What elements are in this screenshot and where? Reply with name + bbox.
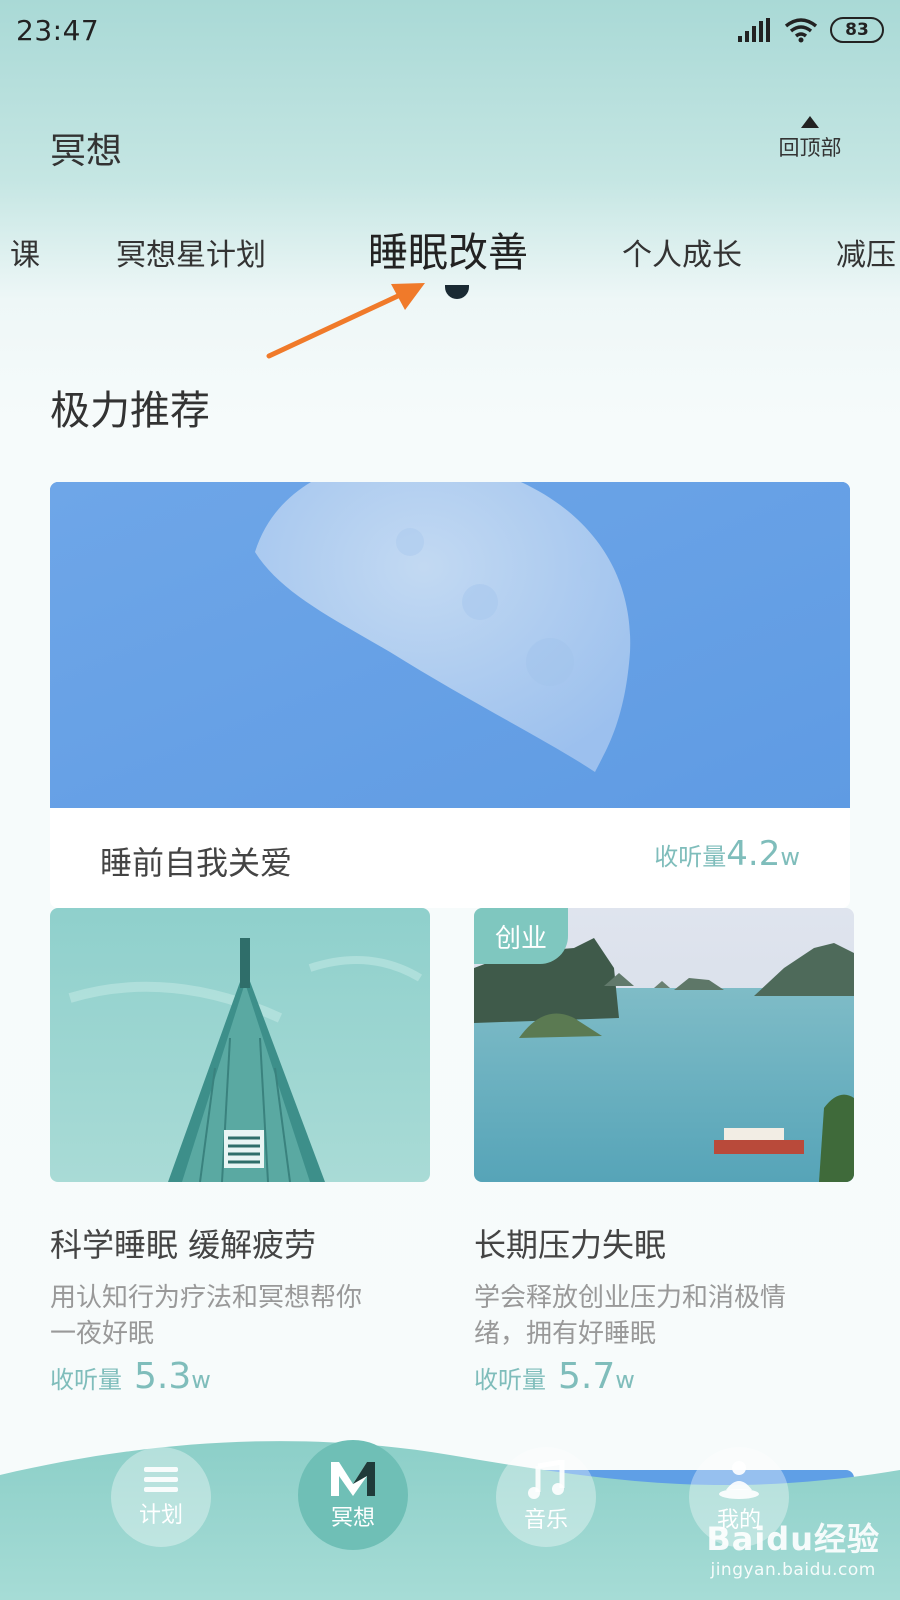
roof-image: [50, 908, 430, 1182]
arrow-up-icon: [801, 116, 819, 128]
meditating-person-icon: [719, 1461, 759, 1499]
tab-stress-relief[interactable]: 减压: [836, 230, 896, 274]
listen-label: 收听量: [50, 1366, 122, 1394]
course-card-stress-insomnia[interactable]: 创业 长期压力失眠 学会释放创业压力和消极情 绪，拥有好睡眠 收听量 5.7 w: [474, 908, 854, 1397]
moon-illustration: [50, 482, 850, 808]
nav-label: 冥想: [330, 1506, 375, 1531]
status-time: 23:47: [16, 13, 100, 47]
card-title: 科学睡眠 缓解疲劳: [50, 1226, 317, 1264]
listen-value: 5.7: [558, 1356, 616, 1397]
battery-icon: 83: [830, 17, 884, 43]
header: 冥想 回顶部: [0, 110, 900, 180]
roof-illustration: [50, 908, 430, 1182]
listen-value: 4.2: [726, 834, 781, 874]
m-logo-icon: [331, 1462, 375, 1496]
watermark: Baidu经验 jingyan.baidu.com: [706, 1514, 880, 1580]
music-note-icon: [528, 1460, 565, 1499]
featured-listen-count: 收听量 4.2 w: [654, 834, 800, 874]
nav-item-music[interactable]: 音乐: [496, 1447, 596, 1547]
listen-label: 收听量: [654, 843, 727, 871]
listen-unit: w: [615, 1366, 635, 1394]
watermark-logo: Baidu经验: [706, 1520, 880, 1558]
listen-unit: w: [191, 1366, 211, 1394]
tab-meditation-star-plan[interactable]: 冥想星计划: [116, 230, 266, 274]
listen-unit: w: [780, 843, 800, 871]
listen-label: 收听量: [474, 1366, 546, 1394]
featured-card[interactable]: 睡前自我关爱 收听量 4.2 w: [50, 482, 850, 908]
battery-level: 83: [845, 20, 869, 40]
tab-personal-growth[interactable]: 个人成长: [622, 230, 742, 274]
nav-item-plan[interactable]: 计划: [111, 1447, 211, 1547]
back-to-top-label: 回顶部: [778, 136, 842, 160]
page-title: 冥想: [50, 131, 123, 172]
card-description-line: 学会释放创业压力和消极情: [474, 1283, 787, 1313]
card-description-line: 绪，拥有好睡眠: [474, 1319, 657, 1349]
category-badge: 创业: [474, 908, 568, 964]
moon-image: [50, 482, 850, 808]
card-description: 用认知行为疗法和冥想帮你 一夜好眠: [50, 1280, 430, 1352]
tab-sleep-improvement[interactable]: 睡眠改善: [368, 220, 528, 278]
category-tabs: 课 冥想星计划 睡眠改善 个人成长 减压: [0, 210, 900, 310]
tab-course[interactable]: 课: [10, 230, 40, 274]
card-listen-count: 收听量 5.7 w: [474, 1356, 854, 1397]
card-description-line: 一夜好眠: [50, 1319, 155, 1349]
menu-icon: [144, 1467, 178, 1492]
featured-title: 睡前自我关爱: [100, 844, 293, 882]
card-listen-count: 收听量 5.3 w: [50, 1356, 430, 1397]
nav-label: 音乐: [523, 1508, 568, 1533]
nav-item-meditation[interactable]: 冥想: [298, 1440, 408, 1550]
section-title: 极力推荐: [50, 388, 210, 434]
active-tab-indicator: [445, 285, 469, 299]
course-card-sleep-science[interactable]: 科学睡眠 缓解疲劳 用认知行为疗法和冥想帮你 一夜好眠 收听量 5.3 w: [50, 908, 430, 1397]
card-description: 学会释放创业压力和消极情 绪，拥有好睡眠: [474, 1280, 854, 1352]
status-icons: 83: [738, 17, 884, 43]
nav-label: 计划: [138, 1503, 183, 1528]
watermark-url: jingyan.baidu.com: [710, 1560, 876, 1580]
bay-image: 创业: [474, 908, 854, 1182]
back-to-top-button[interactable]: 回顶部: [770, 116, 850, 162]
signal-icon: [738, 18, 770, 42]
listen-value: 5.3: [134, 1356, 192, 1397]
annotation-arrow-icon: [266, 283, 425, 359]
card-description-line: 用认知行为疗法和冥想帮你: [50, 1283, 363, 1313]
wifi-icon: [784, 18, 818, 43]
card-title: 长期压力失眠: [474, 1226, 667, 1264]
status-bar: 23:47 83: [0, 0, 900, 60]
